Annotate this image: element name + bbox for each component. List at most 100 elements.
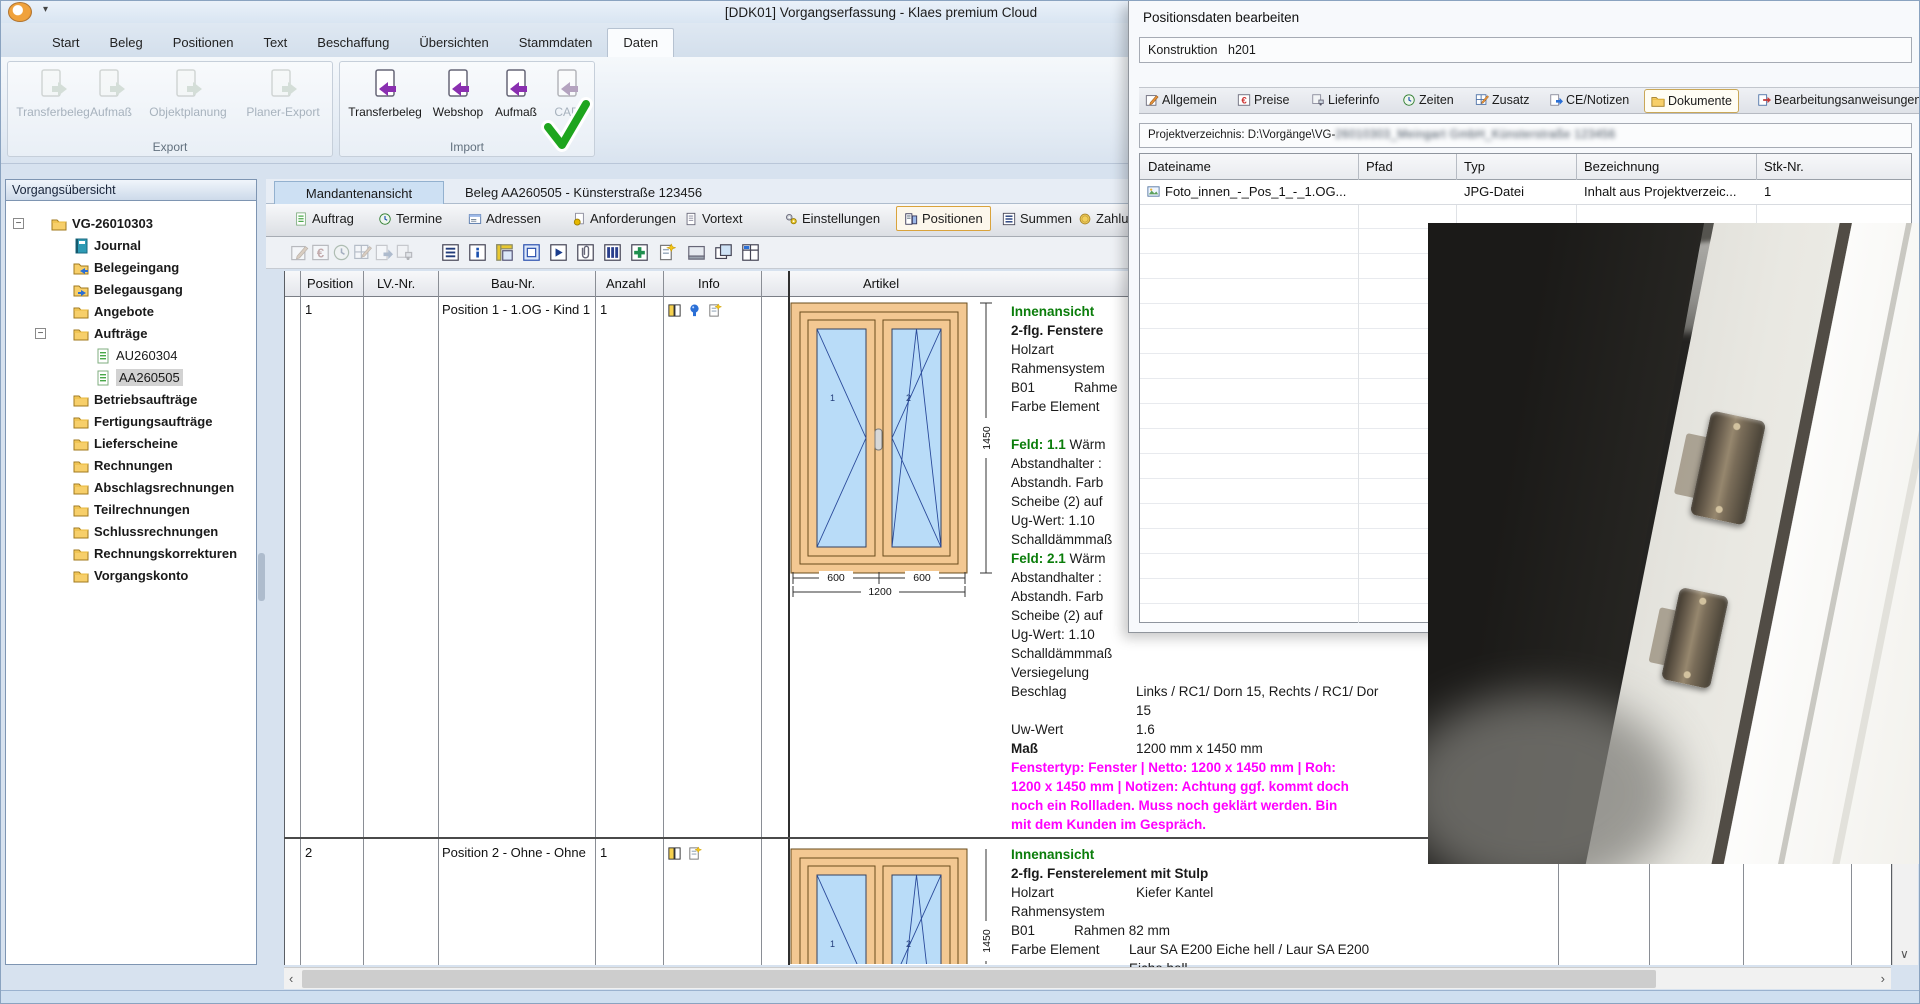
col-stk-nr[interactable]: Stk-Nr.: [1764, 159, 1804, 174]
subtab-adressen[interactable]: Adressen: [468, 211, 541, 226]
dialog-tab-preise[interactable]: Preise: [1237, 93, 1289, 107]
import-aufmass-button[interactable]: Aufmaß: [488, 68, 544, 119]
export-planer-export-button: Planer-Export: [236, 68, 330, 119]
expander-icon[interactable]: −: [13, 218, 24, 229]
panel-splitter-handle[interactable]: [258, 553, 265, 601]
scroll-down-icon[interactable]: ∨: [1900, 947, 1909, 961]
export-group-label: Export: [8, 140, 332, 154]
toolbar-icon-overlap[interactable]: [714, 243, 733, 262]
col-header-position: Position: [307, 276, 353, 291]
toolbar-icon-measure[interactable]: [495, 243, 514, 262]
pencil-icon: [1145, 93, 1159, 107]
subtab-termine[interactable]: Termine: [378, 211, 442, 226]
tree-item-au260304[interactable]: AU260304: [95, 345, 177, 366]
ribbon-tab-daten[interactable]: Daten: [607, 28, 674, 57]
app-window: ▾ [DDK01] Vorgangserfassung - Klaes prem…: [0, 0, 1920, 1004]
artikel-line: Schalldämmmaß: [1011, 644, 1441, 663]
clock-icon: [1402, 93, 1416, 107]
dialog-tab-allgemein[interactable]: Allgemein: [1145, 93, 1217, 107]
toolbar-icon-times: [332, 243, 351, 262]
col-dateiname[interactable]: Dateiname: [1148, 159, 1211, 174]
tree-item-belegeingang[interactable]: Belegeingang: [73, 257, 179, 278]
delivery-icon: [1311, 93, 1325, 107]
ribbon-tab-stammdaten[interactable]: Stammdaten: [504, 29, 608, 57]
tree-item-vg[interactable]: − VG-26010303: [51, 213, 153, 234]
artikel-title: 2-flg. Fensterelement mit Stulp: [1011, 866, 1208, 881]
toolbar-icon-new-doc[interactable]: [657, 243, 676, 262]
toolbar-icon-panes[interactable]: [741, 243, 760, 262]
dialog-tab-dokumente[interactable]: Dokumente: [1644, 89, 1739, 113]
selected-tree-label: AA260505: [116, 369, 183, 386]
artikel-line-uw: Uw-Wert1.6: [1011, 720, 1441, 739]
sidebar-header: Vorgangsübersicht: [6, 180, 256, 201]
dialog-tab-lieferinfo[interactable]: Lieferinfo: [1311, 93, 1379, 107]
konstruktion-field: Konstruktion h201: [1139, 37, 1912, 63]
quick-access-caret-icon[interactable]: ▾: [43, 4, 48, 15]
toolbar-icon-attachment[interactable]: [576, 243, 595, 262]
dialog-tab-zeiten[interactable]: Zeiten: [1402, 93, 1454, 107]
tree-item-betriebsauftraege[interactable]: Betriebsaufträge: [73, 389, 197, 410]
clock-icon: [378, 212, 392, 226]
coin-icon: [1078, 212, 1092, 226]
import-webshop-button[interactable]: Webshop: [428, 68, 488, 119]
tree-item-fertigungsauftraege[interactable]: Fertigungsaufträge: [73, 411, 212, 432]
horizontal-scroll-thumb[interactable]: [302, 970, 1656, 988]
dialog-tab-bearbeitungsanweisungen[interactable]: Bearbeitungsanweisungen: [1757, 93, 1920, 107]
tree-item-abschlagsrechnungen[interactable]: Abschlagsrechnungen: [73, 477, 234, 498]
ribbon-group-export: Transferbeleg Aufmaß Objektplanung Plane…: [7, 61, 333, 157]
dialog-tab-zusatz[interactable]: Zusatz: [1475, 93, 1530, 107]
subtab-auftrag[interactable]: Auftrag: [294, 211, 354, 226]
tree-item-schlussrechnungen[interactable]: Schlussrechnungen: [73, 521, 218, 542]
tree-item-angebote[interactable]: Angebote: [73, 301, 154, 322]
toolbar-icon-blinds[interactable]: [603, 243, 622, 262]
toolbar-icon-list[interactable]: [441, 243, 460, 262]
scroll-left-icon[interactable]: ‹: [289, 971, 293, 986]
ribbon: Transferbeleg Aufmaß Objektplanung Plane…: [1, 57, 1128, 164]
toolbar-icon-add[interactable]: [630, 243, 649, 262]
toolbar-icon-frame[interactable]: [522, 243, 541, 262]
tab-beleg-aa260505[interactable]: Beleg AA260505 - Künsterstraße 123456: [451, 181, 716, 204]
toolbar-icon-sill[interactable]: [687, 243, 706, 262]
col-bezeichnung[interactable]: Bezeichnung: [1584, 159, 1659, 174]
ribbon-tab-start[interactable]: Start: [37, 29, 94, 57]
tree-item-belegausgang[interactable]: Belegausgang: [73, 279, 183, 300]
artikel-line-mass: Maß1200 mm x 1450 mm: [1011, 739, 1441, 758]
subtab-einstellungen[interactable]: Einstellungen: [784, 211, 880, 226]
dialog-tab-ce-notizen[interactable]: CE/Notizen: [1549, 93, 1629, 107]
ribbon-tab-uebersichten[interactable]: Übersichten: [404, 29, 503, 57]
euro-icon: [1237, 93, 1251, 107]
tab-mandantenansicht[interactable]: Mandantenansicht: [274, 181, 444, 204]
tree-item-lieferscheine[interactable]: Lieferscheine: [73, 433, 178, 454]
expander-icon[interactable]: −: [35, 328, 46, 339]
tree-item-rechnungen[interactable]: Rechnungen: [73, 455, 173, 476]
toolbar-icon-info[interactable]: [468, 243, 487, 262]
svg-text:2: 2: [906, 939, 911, 949]
scroll-right-icon[interactable]: ›: [1881, 971, 1885, 986]
tree-item-teilrechnungen[interactable]: Teilrechnungen: [73, 499, 190, 520]
info-window-icon: [667, 303, 682, 318]
subtab-vortext[interactable]: Vortext: [684, 211, 742, 226]
ribbon-tab-text[interactable]: Text: [248, 29, 302, 57]
subtab-anforderungen[interactable]: Anforderungen: [572, 211, 676, 226]
subtab-summen[interactable]: Summen: [1002, 211, 1072, 226]
import-transferbeleg-button[interactable]: Transferbeleg: [342, 68, 428, 119]
ribbon-tab-positionen[interactable]: Positionen: [158, 29, 249, 57]
horizontal-scrollbar[interactable]: ‹ ›: [284, 967, 1891, 989]
toolbar-icon-run[interactable]: [549, 243, 568, 262]
col-typ[interactable]: Typ: [1464, 159, 1485, 174]
subtab-positionen[interactable]: Positionen: [896, 206, 991, 231]
journal-icon: [73, 238, 89, 254]
tree-item-vorgangskonto[interactable]: Vorgangskonto: [73, 565, 188, 586]
tree-item-aa260505[interactable]: AA260505: [95, 367, 183, 388]
tree-item-auftraege[interactable]: − Aufträge: [73, 323, 147, 344]
tree-item-journal[interactable]: Journal: [73, 235, 141, 256]
svg-text:600: 600: [827, 572, 845, 584]
col-pfad[interactable]: Pfad: [1366, 159, 1393, 174]
app-logo-icon[interactable]: [8, 2, 32, 22]
image-file-icon: [1146, 184, 1161, 199]
ribbon-tab-beleg[interactable]: Beleg: [94, 29, 157, 57]
ribbon-tab-beschaffung[interactable]: Beschaffung: [302, 29, 404, 57]
document-row[interactable]: Foto_innen_-_Pos_1_-_1.OG... JPG-Datei I…: [1140, 180, 1911, 205]
tree-item-rechnungskorrekturen[interactable]: Rechnungskorrekturen: [73, 543, 237, 564]
gears-icon: [784, 212, 798, 226]
